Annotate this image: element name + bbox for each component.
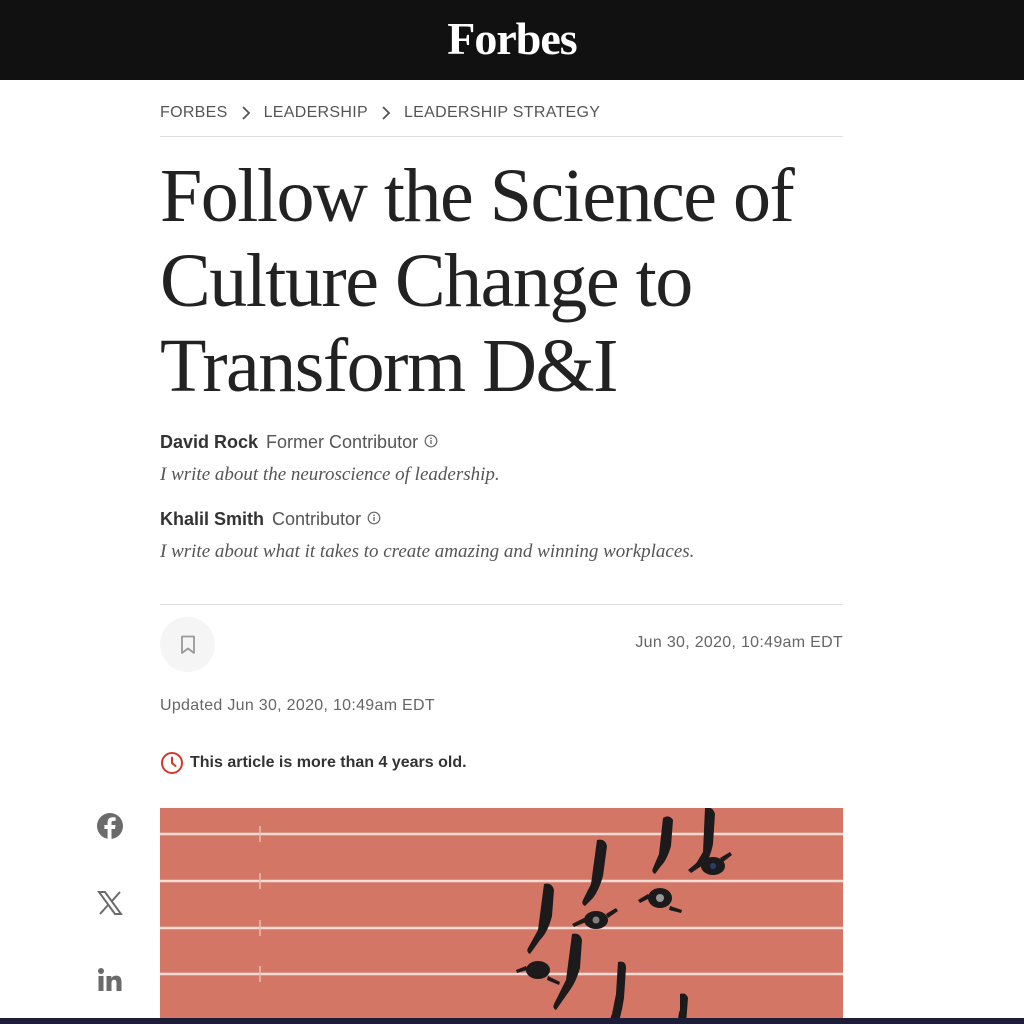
clock-icon [161, 752, 183, 774]
author-role: Former Contributor [266, 432, 419, 452]
info-icon[interactable] [367, 509, 381, 530]
title-line: Follow the Science of [160, 154, 795, 238]
breadcrumb-item-leadership[interactable]: LEADERSHIP [264, 104, 368, 122]
author-byline: David Rock Former Contributor [160, 432, 438, 453]
title-line: Culture Change to [160, 239, 693, 323]
author-role: Contributor [272, 509, 362, 529]
title-line: Transform D&I [160, 324, 618, 408]
chevron-right-icon [234, 104, 258, 122]
bookmark-icon [180, 635, 195, 654]
bookmark-button[interactable] [160, 617, 215, 672]
info-icon[interactable] [424, 432, 438, 453]
divider [160, 604, 843, 605]
facebook-icon [97, 813, 123, 839]
age-warning-text: This article is more than 4 years old. [190, 754, 467, 771]
running-track-photo [160, 808, 843, 1024]
chevron-right-icon [374, 104, 398, 122]
breadcrumb-item-leadership-strategy[interactable]: LEADERSHIP STRATEGY [404, 104, 600, 122]
author-name[interactable]: David Rock [160, 432, 258, 453]
forbes-logo[interactable]: Forbes [447, 12, 577, 65]
author-bio: I write about what it takes to create am… [160, 541, 695, 562]
linkedin-icon [98, 968, 122, 991]
author-bio: I write about the neuroscience of leader… [160, 464, 500, 485]
x-icon [97, 891, 123, 915]
share-linkedin-button[interactable] [94, 964, 126, 996]
article-age-warning: This article is more than 4 years old. [160, 751, 467, 775]
top-navigation-bar: Forbes [0, 0, 1024, 80]
updated-date: Updated Jun 30, 2020, 10:49am EDT [160, 697, 435, 714]
breadcrumb-item-forbes[interactable]: FORBES [160, 104, 228, 122]
breadcrumb: FORBES LEADERSHIP LEADERSHIP STRATEGY [160, 104, 600, 122]
hero-image [160, 808, 843, 1024]
publish-date: Jun 30, 2020, 10:49am EDT [635, 634, 843, 651]
share-x-button[interactable] [94, 887, 126, 919]
author-name[interactable]: Khalil Smith [160, 509, 264, 530]
author-byline: Khalil Smith Contributor [160, 509, 381, 530]
divider [160, 136, 843, 137]
bottom-edge [0, 1018, 1024, 1024]
page-title: Follow the Science of Culture Change to … [160, 154, 843, 409]
share-facebook-button[interactable] [94, 810, 126, 842]
